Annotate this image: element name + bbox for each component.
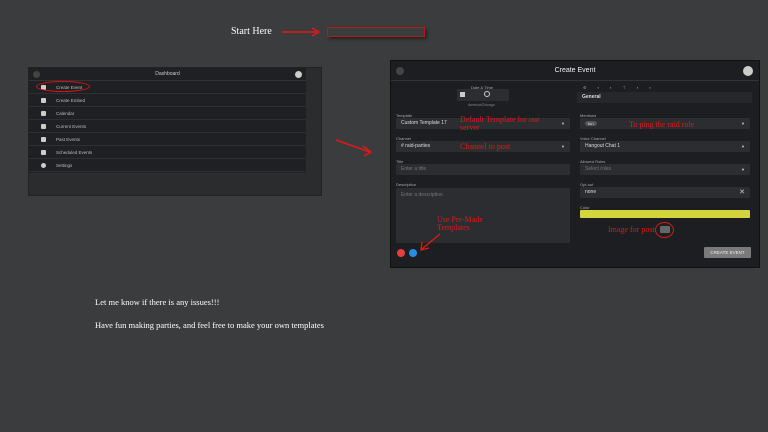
clock-icon (41, 150, 46, 155)
clear-icon[interactable]: ✕ (739, 187, 745, 198)
gear-icon (41, 163, 46, 168)
templates-folder-button[interactable] (409, 249, 417, 257)
start-here-highlight (327, 27, 425, 37)
chevron-down-icon: ▼ (741, 144, 745, 149)
annotation-template: Default Template for our server (460, 115, 540, 132)
color-picker[interactable] (580, 210, 750, 218)
calendar-icon (460, 92, 465, 97)
annotation-premade: Use Pre-Made Templates (437, 215, 483, 232)
chevron-down-icon: ▼ (741, 121, 745, 126)
highlight-ring (36, 81, 90, 92)
sidebar-item-past-events[interactable]: Past Events (29, 133, 306, 146)
avatar[interactable] (295, 71, 302, 78)
annotation-mentions: To ping the raid role (629, 120, 695, 129)
mention-chip[interactable]: fun (585, 121, 597, 126)
arrow-icon (335, 139, 373, 157)
sidebar-item-create-embed[interactable]: Create Embed (29, 94, 306, 107)
voice-channel-select[interactable]: Hangout Chat 1 ▼ (580, 141, 750, 152)
history-icon (41, 137, 46, 142)
create-event-button[interactable]: CREATE EVENT (704, 247, 751, 258)
allowed-roles-select[interactable]: Select roles ▼ (580, 164, 750, 175)
date-time-picker[interactable] (457, 89, 509, 101)
create-event-title: Create Event (554, 67, 596, 74)
description-label: Description (396, 182, 417, 187)
clock-icon (484, 91, 490, 97)
close-icon[interactable] (33, 71, 40, 78)
arrow-icon (282, 27, 321, 37)
sidebar-item-settings[interactable]: Settings (29, 159, 306, 172)
opt-out-select[interactable]: none ✕ (580, 187, 750, 198)
title-input[interactable]: Enter a title (396, 164, 570, 175)
avatar[interactable] (743, 66, 753, 76)
message-have-fun: Have fun making parties, and feel free t… (95, 320, 324, 330)
general-section[interactable]: General (577, 92, 752, 103)
clear-button[interactable] (397, 249, 405, 257)
sidebar-item-scheduled-events[interactable]: Scheduled Events (29, 146, 306, 159)
tab-icons[interactable]: ⚙▪▪⊤▪▪ (583, 85, 662, 90)
embed-icon (41, 98, 46, 103)
sidebar-item-current-events[interactable]: Current Events (29, 120, 306, 133)
highlight-ring (655, 222, 674, 238)
start-here-label: Start Here (231, 26, 272, 37)
timezone-label: America/Chicago (468, 103, 495, 107)
annotation-image: Image for post (608, 225, 655, 234)
list-icon (41, 124, 46, 129)
sidebar-item-calendar[interactable]: Calendar (29, 107, 306, 120)
annotation-channel: Channel to post (460, 142, 511, 151)
chevron-down-icon: ▼ (561, 121, 565, 126)
chevron-down-icon: ▼ (741, 167, 745, 172)
close-icon[interactable] (396, 67, 404, 75)
calendar-icon (41, 111, 46, 116)
arrow-icon (420, 233, 441, 251)
dashboard-title: Dashboard (155, 71, 180, 77)
chevron-down-icon: ▼ (561, 144, 565, 149)
message-issues: Let me know if there is any issues!!! (95, 297, 220, 307)
